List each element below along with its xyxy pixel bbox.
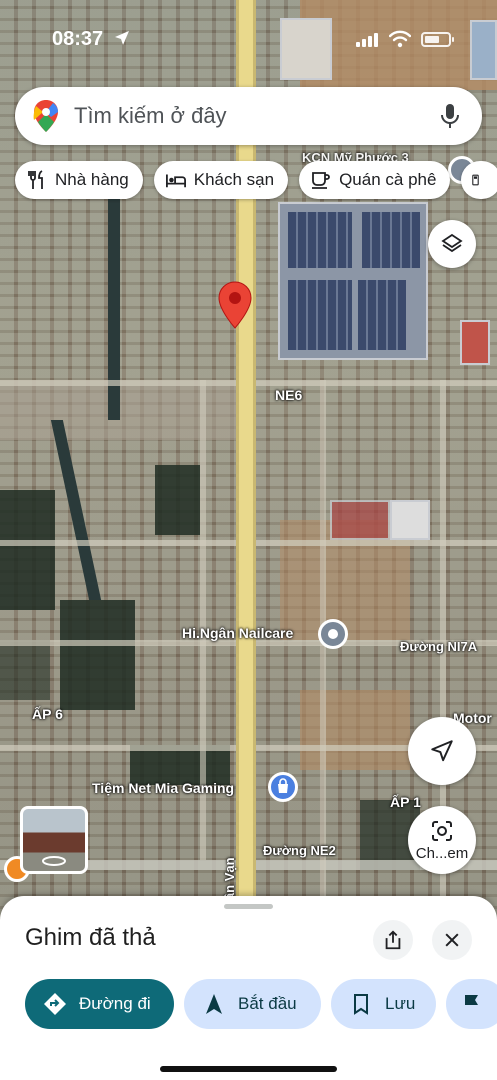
hotel-icon: [165, 174, 186, 188]
map-label-gaming[interactable]: Tiệm Net Mia Gaming: [92, 780, 234, 796]
battery-icon: [421, 32, 454, 47]
street-view-thumbnail[interactable]: [20, 806, 88, 874]
nailcare-poi-pin[interactable]: [318, 619, 348, 649]
map-label-nailcare[interactable]: Hi.Ngân Nailcare: [182, 625, 293, 641]
circle-dot-icon: [328, 629, 338, 639]
google-maps-logo-icon: [33, 100, 58, 132]
chip-restaurants[interactable]: Nhà hàng: [15, 161, 143, 199]
close-button[interactable]: [432, 920, 472, 960]
lens-button[interactable]: Ch...em: [408, 806, 476, 874]
start-label: Bắt đầu: [238, 994, 297, 1013]
close-icon: [445, 933, 459, 947]
cellular-signal-icon: [356, 33, 378, 47]
home-indicator[interactable]: [160, 1066, 337, 1072]
map-label-ni7a: Đường NI7A: [400, 639, 478, 654]
chip-label: Quán cà phê: [339, 170, 437, 189]
category-chips: Nhà hàng Khách sạn Quán cà phê: [15, 161, 497, 199]
navigation-arrow-icon: [431, 740, 453, 762]
layers-icon: [441, 233, 463, 253]
lens-label: Ch...em: [415, 844, 469, 862]
microphone-icon[interactable]: [438, 102, 462, 130]
layers-button[interactable]: [428, 220, 476, 268]
status-bar: 08:37: [0, 0, 497, 80]
map-label-ap1: ẤP 1: [390, 794, 421, 810]
label-button[interactable]: [446, 979, 497, 1029]
search-input[interactable]: Tìm kiếm ở đây: [74, 103, 438, 129]
rotate-360-icon: [42, 856, 66, 866]
action-row: Đường đi Bắt đầu Lưu: [25, 979, 497, 1029]
flag-icon: [465, 995, 478, 1014]
camera-lens-icon: [432, 820, 452, 841]
wifi-icon: [389, 30, 411, 48]
directions-icon: [44, 993, 66, 1015]
directions-button[interactable]: Đường đi: [25, 979, 174, 1029]
chip-hotels[interactable]: Khách sạn: [153, 161, 289, 199]
gas-station-icon: [472, 174, 480, 186]
chip-coffee[interactable]: Quán cà phê: [299, 161, 451, 199]
gaming-poi-pin[interactable]: [268, 772, 298, 802]
map-label-ne2: Đường NE2: [263, 843, 336, 858]
status-time: 08:37: [52, 28, 104, 50]
share-button[interactable]: [373, 920, 413, 960]
sheet-title: Ghim đã thả: [25, 924, 156, 951]
restaurant-icon: [28, 170, 43, 189]
save-label: Lưu: [385, 994, 416, 1013]
chip-label: Nhà hàng: [55, 170, 129, 189]
start-button[interactable]: Bắt đầu: [184, 979, 321, 1029]
map-label-ap6: ẤP 6: [32, 706, 63, 722]
place-sheet[interactable]: Ghim đã thả Đường đi Bắt đầu Lưu: [0, 896, 497, 1080]
location-arrow-icon: [115, 31, 129, 45]
save-button[interactable]: Lưu: [331, 979, 436, 1029]
shopping-bag-icon: [278, 778, 288, 793]
dropped-pin-icon[interactable]: [218, 281, 252, 329]
bookmark-icon: [354, 994, 368, 1015]
sheet-drag-handle[interactable]: [224, 904, 273, 909]
chip-gas[interactable]: [461, 161, 497, 199]
coffee-icon: [312, 172, 330, 189]
navigation-arrow-icon: [206, 994, 222, 1014]
share-icon: [385, 930, 401, 950]
map-label-ne6: NE6: [275, 387, 303, 403]
chip-label: Khách sạn: [193, 170, 275, 189]
my-location-button[interactable]: [408, 717, 476, 785]
search-bar[interactable]: Tìm kiếm ở đây: [15, 87, 482, 145]
directions-label: Đường đi: [79, 994, 151, 1013]
